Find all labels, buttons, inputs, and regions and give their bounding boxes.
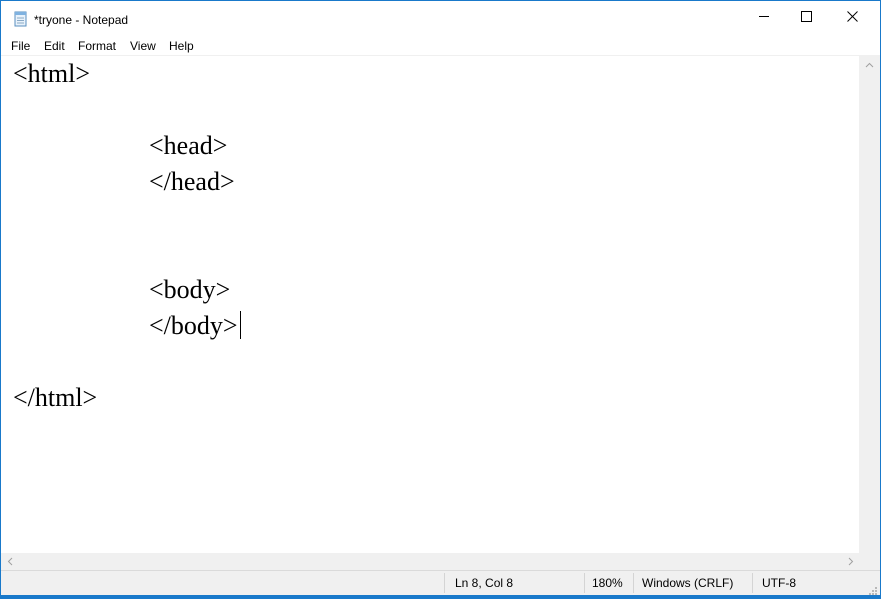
status-separator xyxy=(752,573,753,593)
close-icon xyxy=(846,9,858,27)
scroll-right-arrow-icon[interactable] xyxy=(842,553,859,570)
notepad-icon xyxy=(14,11,28,27)
menu-view[interactable]: View xyxy=(130,39,156,53)
resize-grip-icon[interactable] xyxy=(867,582,877,595)
minimize-button[interactable] xyxy=(741,1,787,34)
status-separator xyxy=(584,573,585,593)
horizontal-scrollbar[interactable] xyxy=(1,553,859,570)
maximize-icon xyxy=(800,9,812,27)
scroll-left-arrow-icon[interactable] xyxy=(1,553,18,570)
editor-line-4: </head> xyxy=(149,167,235,196)
menu-file[interactable]: File xyxy=(11,39,30,53)
status-zoom: 180% xyxy=(592,576,623,590)
status-bar: Ln 8, Col 8 180% Windows (CRLF) UTF-8 xyxy=(1,570,880,595)
status-separator xyxy=(444,573,445,593)
maximize-button[interactable] xyxy=(783,1,829,34)
editor-line-3: <head> xyxy=(149,131,228,160)
editor-line-10: </html> xyxy=(13,383,98,412)
status-position: Ln 8, Col 8 xyxy=(455,576,514,590)
close-button[interactable] xyxy=(829,1,875,34)
notepad-window: *tryone - Notepad File Edit Format View xyxy=(0,0,881,599)
scroll-up-arrow-icon[interactable] xyxy=(859,56,880,73)
vertical-scrollbar[interactable] xyxy=(859,56,880,553)
menu-edit[interactable]: Edit xyxy=(44,39,65,53)
scrollbar-corner xyxy=(859,553,880,570)
minimize-icon xyxy=(758,9,770,27)
editor-line-7: <body> xyxy=(149,275,231,304)
editor-line-1: <html> xyxy=(13,59,90,88)
status-line-ending: Windows (CRLF) xyxy=(642,576,734,590)
menu-bar: File Edit Format View Help xyxy=(1,34,880,56)
title-bar[interactable]: *tryone - Notepad xyxy=(1,1,880,34)
text-caret xyxy=(240,311,241,339)
status-encoding: UTF-8 xyxy=(762,576,796,590)
window-title: *tryone - Notepad xyxy=(34,13,129,27)
text-editor[interactable]: <html> <head> </head> <body> </body> </h… xyxy=(1,56,859,553)
status-separator xyxy=(633,573,634,593)
editor-line-8: </body> xyxy=(149,311,238,340)
menu-help[interactable]: Help xyxy=(169,39,194,53)
menu-format[interactable]: Format xyxy=(78,39,116,53)
